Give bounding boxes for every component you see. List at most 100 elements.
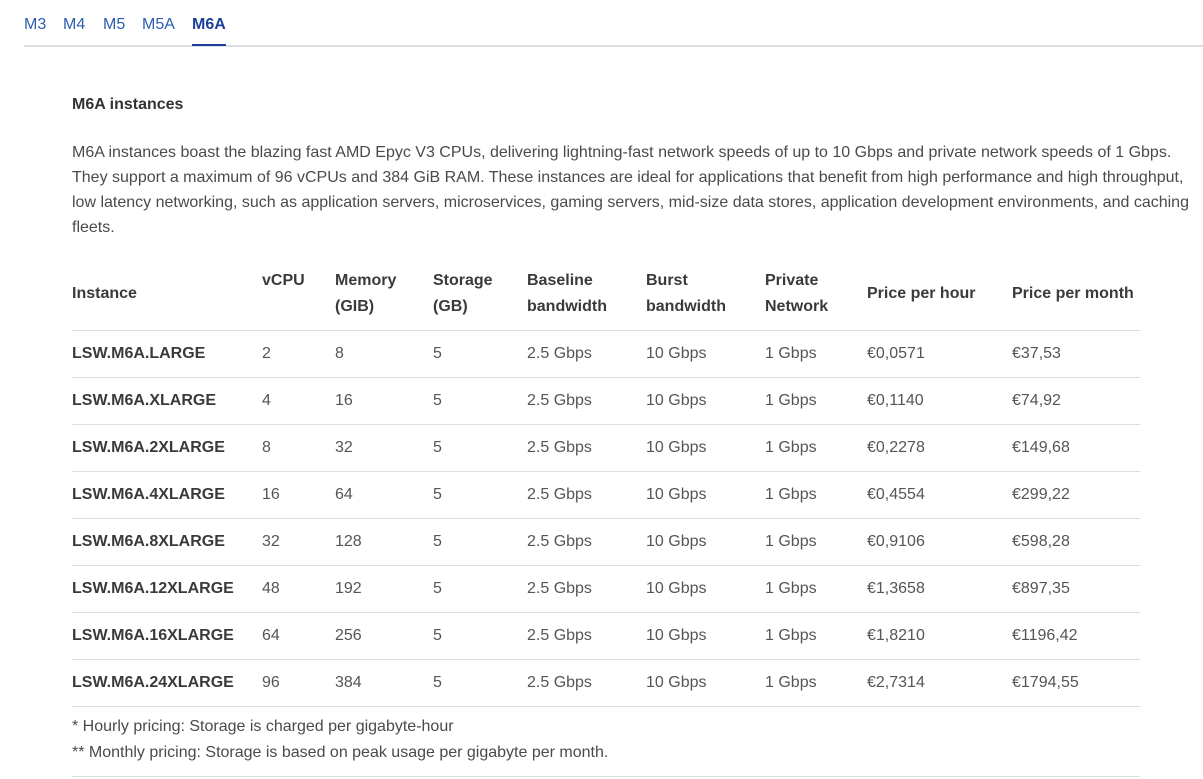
- instance-name: LSW.M6A.4XLARGE: [72, 471, 262, 519]
- table-row: LSW.M6A.4XLARGE 16 64 5 2.5 Gbps 10 Gbps 1 Gbp…: [72, 471, 1140, 519]
- private-network-cell: 1 Gbps: [765, 424, 867, 472]
- storage-cell: 5: [433, 612, 527, 660]
- section-title: M6A instances: [72, 96, 184, 113]
- vcpu-cell: 32: [262, 518, 335, 566]
- tab-m6a[interactable]: M6A: [192, 14, 226, 46]
- vcpu-cell: 4: [262, 377, 335, 425]
- storage-cell: 5: [433, 330, 527, 378]
- header-storage: Storage (GB): [433, 260, 527, 331]
- table-row: LSW.M6A.12XLARGE 48 192 5 2.5 Gbps 10 Gbps 1 G…: [72, 565, 1140, 613]
- tab-m5[interactable]: M5: [103, 14, 125, 44]
- memory-cell: 64: [335, 471, 433, 519]
- instance-name: LSW.M6A.2XLARGE: [72, 424, 262, 472]
- table-header-row: Instance vCPU Memory (GIB) Storage (GB) …: [72, 260, 1140, 331]
- tab-m3[interactable]: M3: [24, 14, 46, 44]
- section-description: M6A instances boast the blazing fast AMD…: [72, 144, 1189, 236]
- burst-bandwidth-cell: 10 Gbps: [646, 565, 765, 613]
- header-vcpu: vCPU: [262, 260, 335, 331]
- instance-name: LSW.M6A.16XLARGE: [72, 612, 262, 660]
- burst-bandwidth-cell: 10 Gbps: [646, 518, 765, 566]
- memory-cell: 192: [335, 565, 433, 613]
- burst-bandwidth-cell: 10 Gbps: [646, 612, 765, 660]
- private-network-cell: 1 Gbps: [765, 330, 867, 378]
- memory-cell: 32: [335, 424, 433, 472]
- baseline-bandwidth-cell: 2.5 Gbps: [527, 612, 646, 660]
- price-per-month-cell: €598,28: [1012, 518, 1140, 566]
- burst-bandwidth-cell: 10 Gbps: [646, 330, 765, 378]
- baseline-bandwidth-cell: 2.5 Gbps: [527, 518, 646, 566]
- storage-cell: 5: [433, 659, 527, 707]
- header-memory: Memory (GIB): [335, 260, 433, 331]
- table-row: LSW.M6A.24XLARGE 96 384 5 2.5 Gbps 10 Gbps 1 G…: [72, 659, 1140, 707]
- header-price-per-hour: Price per hour: [867, 260, 1012, 331]
- price-per-hour-cell: €2,7314: [867, 659, 1012, 707]
- baseline-bandwidth-cell: 2.5 Gbps: [527, 471, 646, 519]
- tab-m4[interactable]: M4: [63, 14, 85, 44]
- header-instance: Instance: [72, 260, 262, 331]
- table-row: LSW.M6A.8XLARGE 32 128 5 2.5 Gbps 10 Gbps 1 Gb…: [72, 518, 1140, 566]
- header-price-per-month: Price per month: [1012, 260, 1140, 331]
- pricing-notes: * Hourly pricing: Storage is charged per…: [72, 714, 1140, 777]
- memory-cell: 128: [335, 518, 433, 566]
- vcpu-cell: 64: [262, 612, 335, 660]
- memory-cell: 8: [335, 330, 433, 378]
- vcpu-cell: 48: [262, 565, 335, 613]
- burst-bandwidth-cell: 10 Gbps: [646, 659, 765, 707]
- vcpu-cell: 96: [262, 659, 335, 707]
- instances-table: Instance vCPU Memory (GIB) Storage (GB) …: [72, 260, 1140, 707]
- price-per-month-cell: €74,92: [1012, 377, 1140, 425]
- table-row: LSW.M6A.LARGE 2 8 5 2.5 Gbps 10 Gbps 1 Gbps €0,…: [72, 330, 1140, 378]
- private-network-cell: 1 Gbps: [765, 612, 867, 660]
- storage-cell: 5: [433, 565, 527, 613]
- private-network-cell: 1 Gbps: [765, 659, 867, 707]
- private-network-cell: 1 Gbps: [765, 471, 867, 519]
- baseline-bandwidth-cell: 2.5 Gbps: [527, 565, 646, 613]
- price-per-hour-cell: €0,4554: [867, 471, 1012, 519]
- price-per-hour-cell: €0,0571: [867, 330, 1012, 378]
- burst-bandwidth-cell: 10 Gbps: [646, 471, 765, 519]
- private-network-cell: 1 Gbps: [765, 377, 867, 425]
- price-per-hour-cell: €1,3658: [867, 565, 1012, 613]
- tab-m5a[interactable]: M5A: [142, 14, 175, 44]
- price-per-month-cell: €1196,42: [1012, 612, 1140, 660]
- storage-cell: 5: [433, 471, 527, 519]
- instance-name: LSW.M6A.LARGE: [72, 330, 262, 378]
- price-per-hour-cell: €0,2278: [867, 424, 1012, 472]
- price-per-month-cell: €897,35: [1012, 565, 1140, 613]
- price-per-hour-cell: €0,9106: [867, 518, 1012, 566]
- private-network-cell: 1 Gbps: [765, 565, 867, 613]
- baseline-bandwidth-cell: 2.5 Gbps: [527, 424, 646, 472]
- table-row: LSW.M6A.16XLARGE 64 256 5 2.5 Gbps 10 Gbps 1 G…: [72, 612, 1140, 660]
- instance-name: LSW.M6A.8XLARGE: [72, 518, 262, 566]
- header-baseline-bandwidth: Baseline bandwidth: [527, 260, 646, 331]
- storage-cell: 5: [433, 377, 527, 425]
- memory-cell: 16: [335, 377, 433, 425]
- burst-bandwidth-cell: 10 Gbps: [646, 424, 765, 472]
- storage-cell: 5: [433, 518, 527, 566]
- baseline-bandwidth-cell: 2.5 Gbps: [527, 330, 646, 378]
- price-per-month-cell: €299,22: [1012, 471, 1140, 519]
- header-burst-bandwidth: Burst bandwidth: [646, 260, 765, 331]
- memory-cell: 384: [335, 659, 433, 707]
- instance-name: LSW.M6A.12XLARGE: [72, 565, 262, 613]
- price-per-month-cell: €37,53: [1012, 330, 1140, 378]
- table-body: LSW.M6A.LARGE 2 8 5 2.5 Gbps 10 Gbps 1 Gbps €0,…: [72, 330, 1140, 707]
- price-per-month-cell: €149,68: [1012, 424, 1140, 472]
- price-per-hour-cell: €0,1140: [867, 377, 1012, 425]
- burst-bandwidth-cell: 10 Gbps: [646, 377, 765, 425]
- header-private-network: Private Network: [765, 260, 867, 331]
- vcpu-cell: 8: [262, 424, 335, 472]
- memory-cell: 256: [335, 612, 433, 660]
- instance-family-tabs: M3 M4 M5 M5A M6A: [24, 0, 1203, 47]
- vcpu-cell: 2: [262, 330, 335, 378]
- table-row: LSW.M6A.2XLARGE 8 32 5 2.5 Gbps 10 Gbps 1 Gbps…: [72, 424, 1140, 472]
- price-per-month-cell: €1794,55: [1012, 659, 1140, 707]
- table-row: LSW.M6A.XLARGE 4 16 5 2.5 Gbps 10 Gbps 1 Gbps €…: [72, 377, 1140, 425]
- private-network-cell: 1 Gbps: [765, 518, 867, 566]
- note-hourly-pricing: * Hourly pricing: Storage is charged per…: [72, 718, 454, 735]
- vcpu-cell: 16: [262, 471, 335, 519]
- price-per-hour-cell: €1,8210: [867, 612, 1012, 660]
- instance-name: LSW.M6A.24XLARGE: [72, 659, 262, 707]
- baseline-bandwidth-cell: 2.5 Gbps: [527, 659, 646, 707]
- instance-name: LSW.M6A.XLARGE: [72, 377, 262, 425]
